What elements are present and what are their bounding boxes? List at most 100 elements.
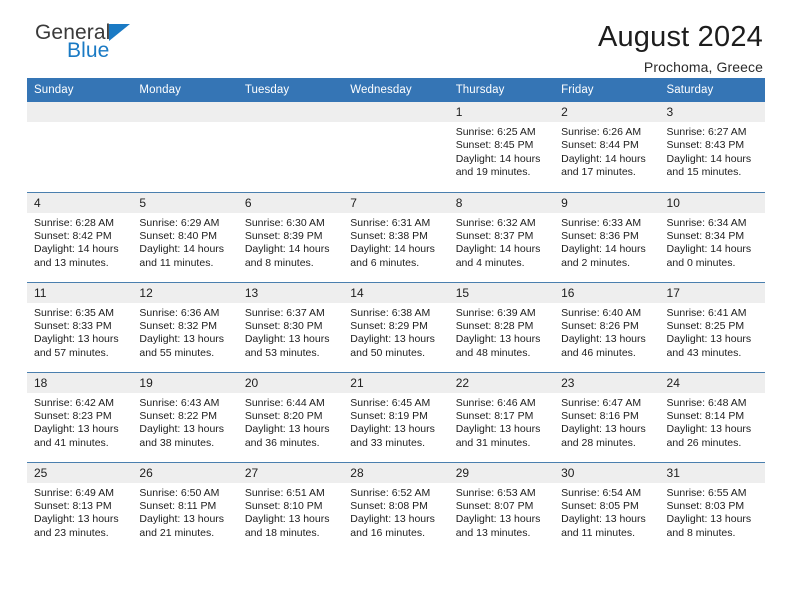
day-cell[interactable]: 31 Sunrise: 6:55 AM Sunset: 8:03 PM Dayligh… <box>659 461 765 552</box>
day-number: 1 <box>448 102 555 122</box>
sunset-text: Sunset: 8:17 PM <box>455 409 534 422</box>
daylight-text-line1: Daylight: 13 hours <box>244 513 330 526</box>
daylight-text-line1: Daylight: 13 hours <box>455 423 541 436</box>
day-cell[interactable]: 5 Sunrise: 6:29 AM Sunset: 8:40 PM Daylight… <box>132 191 238 282</box>
day-number: 24 <box>659 372 765 393</box>
daylight-text-line1: Daylight: 13 hours <box>139 513 225 526</box>
sunrise-text: Sunrise: 6:40 AM <box>561 306 642 319</box>
day-cell[interactable]: 20 Sunrise: 6:44 AM Sunset: 8:20 PM Dayligh… <box>237 371 344 462</box>
day-cell[interactable]: 15 Sunrise: 6:39 AM Sunset: 8:28 PM Dayligh… <box>448 281 555 372</box>
day-details: Sunrise: 6:34 AM Sunset: 8:34 PM Daylight:… <box>660 213 765 271</box>
day-cell[interactable]: 21 Sunrise: 6:45 AM Sunset: 8:19 PM Dayligh… <box>343 371 449 462</box>
sunrise-text: Sunrise: 6:43 AM <box>139 396 220 409</box>
day-details: Sunrise: 6:43 AM Sunset: 8:22 PM Daylight:… <box>132 393 237 451</box>
sunrise-text: Sunrise: 6:39 AM <box>455 306 536 319</box>
day-number: 11 <box>27 282 133 303</box>
day-cell[interactable]: 16 Sunrise: 6:40 AM Sunset: 8:26 PM Dayligh… <box>554 281 660 372</box>
day-cell[interactable] <box>132 102 238 192</box>
day-number: 22 <box>448 372 555 393</box>
day-cell[interactable]: 27 Sunrise: 6:51 AM Sunset: 8:10 PM Dayligh… <box>237 461 344 552</box>
sunset-text: Sunset: 8:43 PM <box>666 139 745 152</box>
weekday-header-sunday: Sunday <box>27 78 133 102</box>
day-details <box>238 122 343 126</box>
sunrise-text: Sunrise: 6:36 AM <box>139 306 220 319</box>
day-cell[interactable]: 13 Sunrise: 6:37 AM Sunset: 8:30 PM Dayligh… <box>237 281 344 372</box>
day-details <box>343 122 448 126</box>
daylight-text-line2: and 8 minutes. <box>244 256 314 269</box>
sunrise-text: Sunrise: 6:28 AM <box>34 216 114 229</box>
day-details: Sunrise: 6:50 AM Sunset: 8:11 PM Daylight:… <box>132 483 237 541</box>
day-cell[interactable]: 1 Sunrise: 6:25 AM Sunset: 8:45 PM Daylight… <box>448 102 555 192</box>
day-cell[interactable] <box>27 102 133 192</box>
day-cell[interactable]: 12 Sunrise: 6:36 AM Sunset: 8:32 PM Dayligh… <box>132 281 238 372</box>
daylight-text-line1: Daylight: 13 hours <box>561 333 646 346</box>
day-details: Sunrise: 6:52 AM Sunset: 8:08 PM Daylight:… <box>343 483 448 541</box>
sunset-text: Sunset: 8:19 PM <box>350 409 428 422</box>
day-cell[interactable]: 18 Sunrise: 6:42 AM Sunset: 8:23 PM Dayligh… <box>27 371 133 462</box>
day-cell[interactable]: 25 Sunrise: 6:49 AM Sunset: 8:13 PM Dayligh… <box>27 461 133 552</box>
day-cell[interactable]: 9 Sunrise: 6:33 AM Sunset: 8:36 PM Daylight… <box>554 191 660 282</box>
sunrise-text: Sunrise: 6:34 AM <box>666 216 747 229</box>
day-cell[interactable]: 10 Sunrise: 6:34 AM Sunset: 8:34 PM Dayligh… <box>659 191 765 282</box>
day-cell[interactable] <box>343 102 449 192</box>
daylight-text-line1: Daylight: 13 hours <box>350 423 435 436</box>
sunrise-text: Sunrise: 6:38 AM <box>350 306 431 319</box>
day-cell[interactable]: 19 Sunrise: 6:43 AM Sunset: 8:22 PM Dayligh… <box>132 371 238 462</box>
sunrise-text: Sunrise: 6:26 AM <box>561 126 642 138</box>
sunrise-text: Sunrise: 6:52 AM <box>350 486 431 499</box>
sunset-text: Sunset: 8:25 PM <box>666 319 745 332</box>
daylight-text-line2: and 23 minutes. <box>34 526 109 539</box>
page-masthead: General Blue August 2024 Prochoma, Greec… <box>27 0 765 78</box>
day-cell[interactable]: 29 Sunrise: 6:53 AM Sunset: 8:07 PM Dayligh… <box>448 461 555 552</box>
day-cell[interactable]: 22 Sunrise: 6:46 AM Sunset: 8:17 PM Dayligh… <box>448 371 555 462</box>
day-cell[interactable]: 3 Sunrise: 6:27 AM Sunset: 8:43 PM Daylight… <box>659 102 765 192</box>
daylight-text-line1: Daylight: 14 hours <box>350 243 435 256</box>
day-details: Sunrise: 6:32 AM Sunset: 8:37 PM Daylight:… <box>449 213 554 271</box>
sunrise-text: Sunrise: 6:35 AM <box>34 306 114 319</box>
calendar-page: General Blue August 2024 Prochoma, Greec… <box>0 0 792 612</box>
daylight-text-line2: and 41 minutes. <box>34 436 109 449</box>
day-cell[interactable]: 17 Sunrise: 6:41 AM Sunset: 8:25 PM Dayligh… <box>659 281 765 372</box>
daylight-text-line2: and 48 minutes. <box>455 346 531 359</box>
day-cell[interactable]: 11 Sunrise: 6:35 AM Sunset: 8:33 PM Dayligh… <box>27 281 133 372</box>
daylight-text-line2: and 13 minutes. <box>455 526 531 539</box>
sunset-text: Sunset: 8:33 PM <box>34 319 112 332</box>
daylight-text-line1: Daylight: 13 hours <box>139 423 225 436</box>
day-details: Sunrise: 6:26 AM Sunset: 8:44 PM Daylight:… <box>554 122 659 180</box>
day-cell[interactable]: 28 Sunrise: 6:52 AM Sunset: 8:08 PM Dayligh… <box>343 461 449 552</box>
sunset-text: Sunset: 8:20 PM <box>244 409 323 422</box>
title-block: August 2024 Prochoma, Greece <box>598 22 765 76</box>
daylight-text-line2: and 33 minutes. <box>350 436 425 449</box>
day-cell[interactable]: 2 Sunrise: 6:26 AM Sunset: 8:44 PM Daylight… <box>554 102 660 192</box>
day-number: 17 <box>659 282 765 303</box>
day-details: Sunrise: 6:48 AM Sunset: 8:14 PM Daylight:… <box>660 393 765 451</box>
day-details: Sunrise: 6:40 AM Sunset: 8:26 PM Daylight:… <box>554 303 659 361</box>
daylight-text-line1: Daylight: 13 hours <box>455 333 541 346</box>
day-cell[interactable] <box>237 102 344 192</box>
sunset-text: Sunset: 8:38 PM <box>350 229 428 242</box>
day-cell[interactable]: 14 Sunrise: 6:38 AM Sunset: 8:29 PM Dayligh… <box>343 281 449 372</box>
sunset-text: Sunset: 8:13 PM <box>34 499 112 512</box>
day-details: Sunrise: 6:33 AM Sunset: 8:36 PM Daylight:… <box>554 213 659 271</box>
day-cell[interactable]: 23 Sunrise: 6:47 AM Sunset: 8:16 PM Dayligh… <box>554 371 660 462</box>
day-number: 16 <box>554 282 660 303</box>
daylight-text-line1: Daylight: 13 hours <box>666 423 752 436</box>
sunrise-text: Sunrise: 6:51 AM <box>244 486 325 499</box>
brand-logo[interactable]: General Blue <box>27 22 131 61</box>
day-cell[interactable]: 24 Sunrise: 6:48 AM Sunset: 8:14 PM Dayligh… <box>659 371 765 462</box>
day-details: Sunrise: 6:54 AM Sunset: 8:05 PM Daylight:… <box>554 483 659 541</box>
sunrise-text: Sunrise: 6:53 AM <box>455 486 536 499</box>
day-number: 3 <box>659 102 765 122</box>
weekday-header-saturday: Saturday <box>659 78 765 102</box>
sunset-text: Sunset: 8:22 PM <box>139 409 218 422</box>
day-cell[interactable]: 8 Sunrise: 6:32 AM Sunset: 8:37 PM Daylight… <box>448 191 555 282</box>
day-cell[interactable]: 30 Sunrise: 6:54 AM Sunset: 8:05 PM Dayligh… <box>554 461 660 552</box>
day-cell[interactable]: 7 Sunrise: 6:31 AM Sunset: 8:38 PM Daylight… <box>343 191 449 282</box>
day-cell[interactable]: 6 Sunrise: 6:30 AM Sunset: 8:39 PM Daylight… <box>237 191 344 282</box>
daylight-text-line1: Daylight: 13 hours <box>244 333 330 346</box>
day-cell[interactable]: 4 Sunrise: 6:28 AM Sunset: 8:42 PM Daylight… <box>27 191 133 282</box>
day-number: 30 <box>554 462 660 483</box>
daylight-text-line1: Daylight: 13 hours <box>561 423 646 436</box>
daylight-text-line1: Daylight: 13 hours <box>350 513 435 526</box>
day-cell[interactable]: 26 Sunrise: 6:50 AM Sunset: 8:11 PM Dayligh… <box>132 461 238 552</box>
